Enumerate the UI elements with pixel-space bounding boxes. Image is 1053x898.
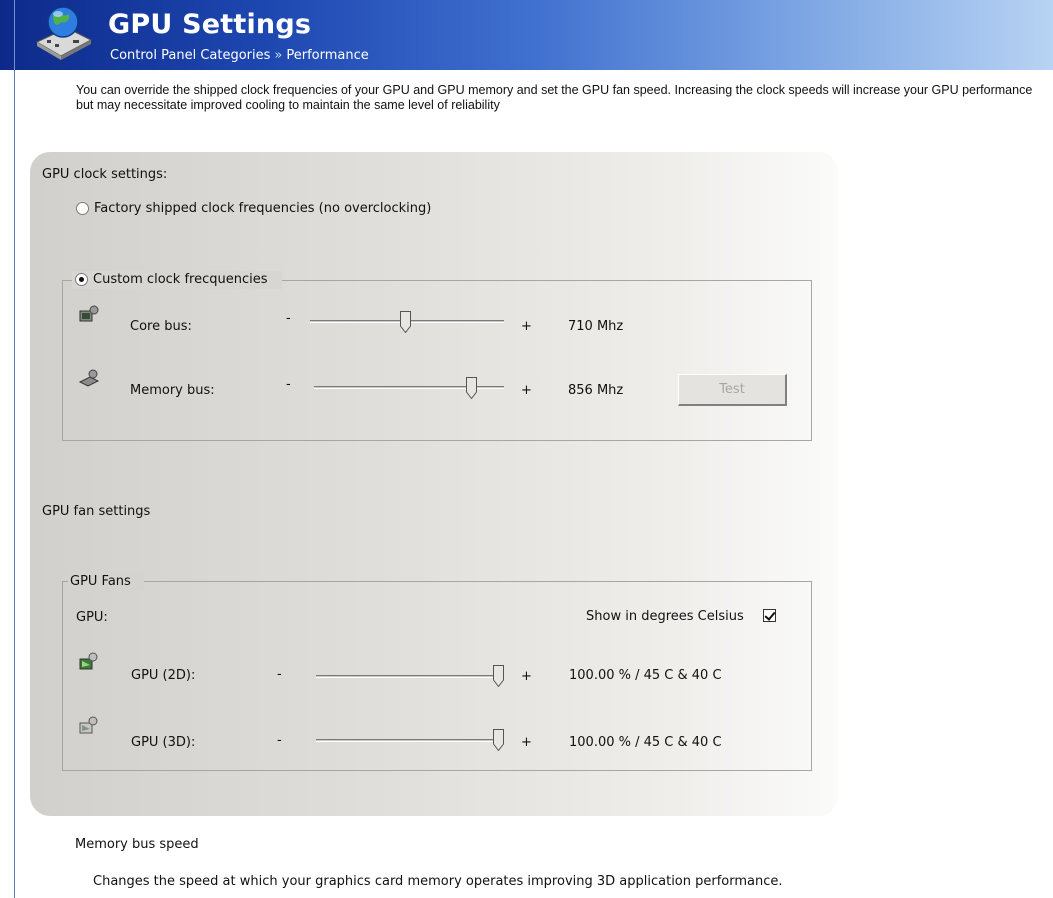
fan-3d-icon bbox=[79, 716, 98, 734]
globe-gpu-card-icon bbox=[35, 6, 93, 60]
breadcrumb: Control Panel Categories » Performance bbox=[110, 48, 369, 64]
factory-clock-label[interactable]: Factory shipped clock frequencies (no ov… bbox=[94, 201, 431, 217]
page-title: GPU Settings bbox=[108, 9, 312, 40]
gpu-3d-plus: + bbox=[521, 735, 532, 750]
celsius-checkbox[interactable] bbox=[763, 609, 776, 622]
core-bus-value: 710 Mhz bbox=[568, 319, 624, 334]
gpu-3d-value: 100.00 % / 45 C & 40 C bbox=[569, 735, 722, 750]
gpu-2d-value: 100.00 % / 45 C & 40 C bbox=[569, 668, 722, 683]
gpu-fans-legend: GPU Fans bbox=[70, 574, 131, 589]
header-left-rule bbox=[14, 0, 15, 70]
core-bus-label: Core bus: bbox=[130, 319, 192, 334]
factory-clock-radio[interactable] bbox=[76, 202, 89, 215]
intro-description: You can override the shipped clock frequ… bbox=[76, 83, 1033, 112]
memory-bus-slider-thumb[interactable] bbox=[466, 377, 478, 399]
gpu-2d-plus: + bbox=[521, 669, 532, 684]
memory-bus-plus: + bbox=[521, 383, 532, 398]
custom-clock-radio[interactable] bbox=[75, 273, 88, 286]
help-description: Changes the speed at which your graphics… bbox=[93, 874, 783, 889]
custom-clock-label[interactable]: Custom clock frecquencies bbox=[93, 272, 268, 288]
left-frame-border bbox=[14, 70, 15, 898]
gpu-2d-minus: - bbox=[277, 667, 282, 682]
memory-bus-value: 856 Mhz bbox=[568, 383, 624, 398]
custom-clock-group bbox=[62, 280, 812, 441]
gpu-2d-slider-thumb[interactable] bbox=[493, 665, 504, 687]
memory-bus-minus: - bbox=[286, 377, 291, 392]
core-bus-slider-thumb[interactable] bbox=[399, 311, 411, 333]
celsius-label[interactable]: Show in degrees Celsius bbox=[586, 609, 744, 625]
core-bus-minus: - bbox=[286, 311, 291, 326]
fan-2d-icon bbox=[79, 652, 98, 670]
memory-chip-icon bbox=[78, 369, 100, 387]
test-button[interactable]: Test bbox=[678, 374, 787, 406]
clock-section-label: GPU clock settings: bbox=[42, 167, 168, 182]
breadcrumb-performance[interactable]: Performance bbox=[286, 48, 368, 63]
gpu-2d-label: GPU (2D): bbox=[131, 668, 196, 683]
breadcrumb-control-panel[interactable]: Control Panel Categories bbox=[110, 48, 270, 63]
memory-bus-label: Memory bus: bbox=[130, 383, 215, 398]
gpu-3d-slider-track[interactable] bbox=[316, 739, 504, 742]
gpu-2d-slider-track[interactable] bbox=[316, 675, 504, 678]
help-title: Memory bus speed bbox=[75, 837, 199, 852]
breadcrumb-separator: » bbox=[274, 48, 283, 63]
gpu-3d-slider-thumb[interactable] bbox=[493, 729, 504, 751]
core-bus-plus: + bbox=[521, 319, 532, 334]
core-chip-icon bbox=[79, 305, 99, 322]
gpu-label: GPU: bbox=[76, 610, 108, 625]
header-banner: GPU Settings Control Panel Categories » Pe… bbox=[0, 0, 1053, 70]
fan-section-label: GPU fan settings bbox=[42, 504, 151, 519]
gpu-3d-label: GPU (3D): bbox=[131, 735, 196, 750]
gpu-3d-minus: - bbox=[277, 733, 282, 748]
